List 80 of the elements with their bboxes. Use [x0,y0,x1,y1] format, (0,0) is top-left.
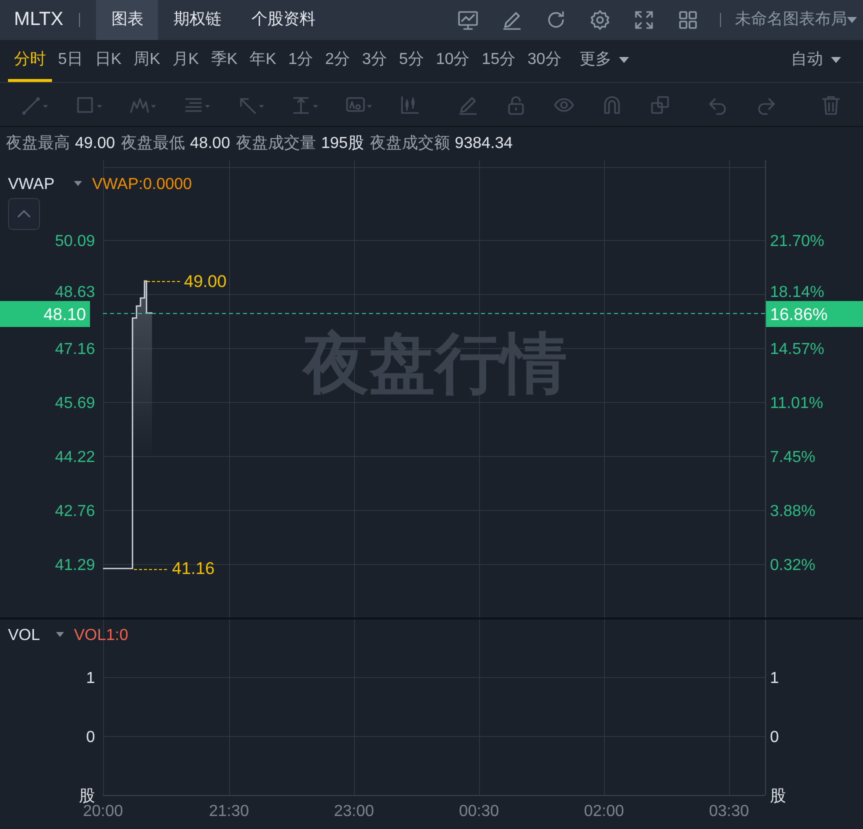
period-tab[interactable]: 15分 [476,40,522,82]
stat-label: 夜盘成交量 [236,134,316,154]
caret-icon[interactable] [56,632,64,637]
current-change-tag: 16.86% [770,305,828,324]
volume-axis-label: 0 [86,729,95,746]
volume-axis-label: 1 [86,670,95,687]
price-axis-label: 44.22 [54,449,95,466]
stat-value: 48.00 [190,134,230,154]
stat-label: 夜盘成交额 [370,134,450,154]
tab[interactable]: 个股资料 [236,0,330,40]
period-tab[interactable]: 5日 [52,40,89,82]
period-tab[interactable]: 1分 [282,40,320,82]
period-tab[interactable]: 月K [166,40,205,82]
time-axis-label: 20:00 [82,803,124,820]
percent-axis-label: 14.57% [770,341,824,358]
volume-axis-label: 股 [79,788,95,805]
volume-axis-label: 0 [770,729,779,746]
indicator-name[interactable]: VWAP [8,176,55,193]
time-axis-label: 00:30 [458,803,500,820]
period-tab[interactable]: 季K [204,40,244,82]
layers-icon [649,94,671,116]
fullscreen-icon [633,9,655,31]
chart-monitor-icon [457,9,479,31]
tab[interactable]: 期权链 [158,0,236,40]
percent-axis-label: 11.01% [770,395,824,412]
volume-axis-label: 股 [770,788,786,805]
time-axis-label: 03:30 [708,803,750,820]
period-tab[interactable]: 周K [128,40,166,82]
percent-axis-label: 18.14% [770,284,824,301]
magnet-icon [601,94,623,116]
grid-layout-icon [677,9,699,31]
high-price-label: 49.00 [184,272,227,291]
price-axis-label: 50.09 [54,233,95,250]
lock-icon [505,94,527,116]
pencil-icon [501,9,523,31]
period-tab[interactable]: 10分 [430,40,476,82]
more-dropdown[interactable]: 更多 [573,40,636,82]
time-axis-label: 21:30 [208,803,250,820]
mode-dropdown[interactable]: 自动 [785,40,847,82]
price-axis-label: 47.16 [54,341,95,358]
percent-axis-label: 21.70% [770,233,824,250]
price-axis-label: 48.63 [54,284,95,301]
stat-value: 9384.34 [454,134,513,154]
period-tab[interactable]: 3分 [356,40,393,82]
period-tab[interactable]: 2分 [319,40,356,82]
current-price-tag: 48.10 [43,305,86,324]
indicator-value: VOL1:0 [74,627,128,644]
low-marker [134,569,168,570]
caret-icon [619,56,630,62]
caret-icon[interactable] [74,181,82,186]
period-tab[interactable]: 年K [244,40,282,82]
volume-axis-label: 1 [770,670,779,687]
period-tab[interactable]: 30分 [521,40,568,82]
price-axis-label: 45.69 [54,395,95,412]
collapse-button[interactable] [8,198,40,230]
caret-icon [831,56,841,62]
stat-label: 夜盘最高 [6,134,70,154]
ticker-symbol: MLTX [13,8,64,32]
caret-icon [847,17,857,23]
layout-dropdown[interactable]: 未命名图表布局 [735,8,863,32]
percent-axis-label: 0.32% [770,557,816,574]
candlestick-icon [399,94,421,116]
stat-value: 195股 [321,134,364,154]
high-marker [146,281,180,282]
price-axis-label: 41.29 [54,557,95,574]
time-axis-label: 02:00 [584,803,624,820]
percent-axis-label: 7.45% [770,449,816,466]
stat-value: 49.00 [75,134,116,154]
percent-axis-label: 3.88% [770,503,816,520]
time-axis-label: 23:00 [334,803,374,820]
price-axis-label: 42.76 [54,503,95,520]
tab[interactable]: 图表 [96,0,158,40]
indicator-value: VWAP:0.0000 [92,176,192,193]
stat-label: 夜盘最低 [121,134,186,154]
period-tab[interactable]: 日K [88,40,128,82]
indicator-name[interactable]: VOL [8,627,40,644]
settings-icon [589,9,611,31]
trash-icon [820,94,842,116]
low-price-label: 41.16 [172,559,215,578]
period-tab[interactable]: 5分 [392,40,430,82]
